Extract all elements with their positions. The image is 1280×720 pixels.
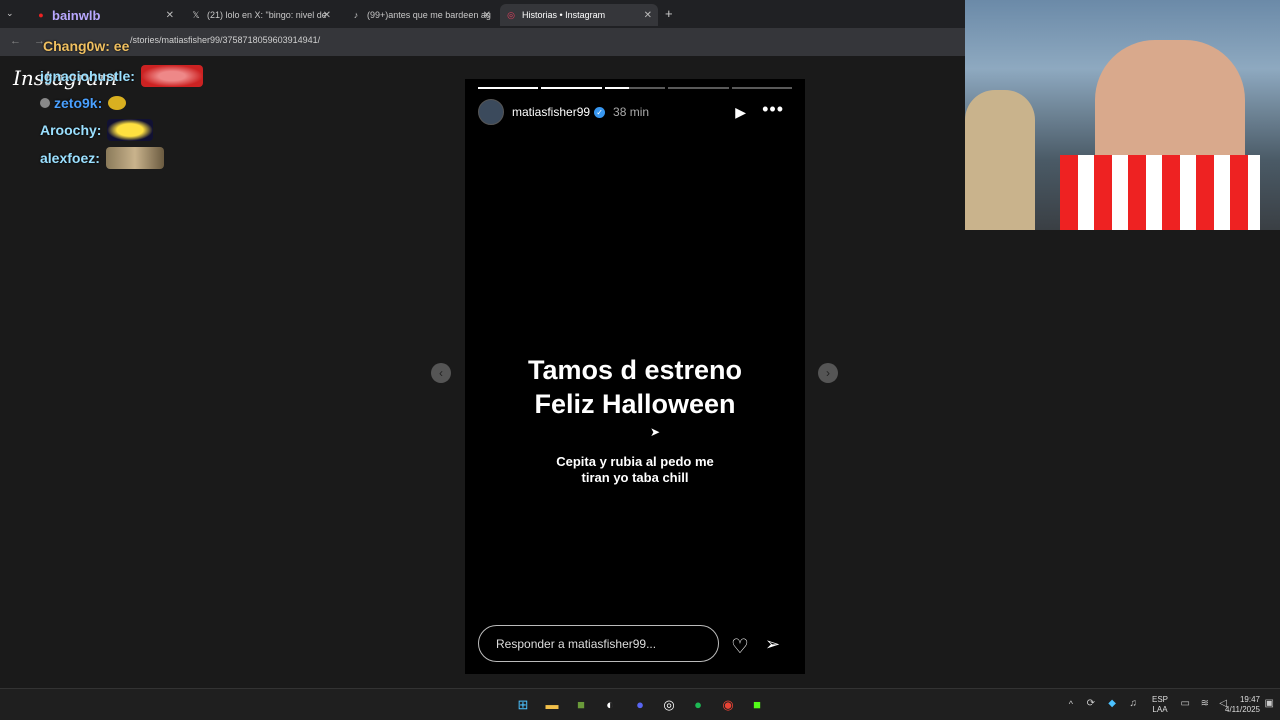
heart-icon[interactable]: ♡ — [731, 634, 749, 659]
chrome-icon[interactable]: ◉ — [720, 697, 736, 713]
clock-time: 19:47 — [1239, 695, 1260, 704]
tab-label: (99+)antes que me bardeen ag — [367, 10, 491, 20]
new-tab-button[interactable]: + — [665, 6, 673, 21]
tab-bainwlb[interactable]: ● bainwlb ✕ — [30, 4, 180, 26]
chat-username: Aroochy: — [40, 122, 102, 138]
story-subtext: Cepita y rubia al pedo me tiran yo taba … — [465, 454, 805, 486]
instagram-icon: ◎ — [507, 10, 515, 20]
emote-icon — [105, 147, 164, 169]
progress-segment — [478, 87, 539, 89]
close-tab-icon[interactable]: ✕ — [483, 10, 491, 21]
discord-icon[interactable]: ● — [632, 697, 648, 713]
file-explorer-icon[interactable]: ▬ — [544, 697, 560, 713]
striped-shirt — [1060, 155, 1260, 230]
badge-icon — [40, 98, 50, 108]
progress-segment — [541, 87, 602, 89]
shield-icon[interactable]: ◆ — [1108, 698, 1116, 709]
notification-icon[interactable]: ▣ — [1265, 698, 1274, 709]
tab-list-chevron-icon[interactable]: ⌄ — [6, 8, 14, 19]
url-field[interactable]: /stories/matiasfisher99/3758718059603914… — [130, 35, 320, 45]
previous-story-button[interactable]: ‹ — [431, 363, 451, 383]
verified-badge-icon: ✓ — [594, 106, 606, 118]
emote-icon — [140, 65, 203, 87]
obs-icon[interactable]: ◎ — [661, 697, 677, 713]
mouse-cursor-icon: ➤ — [650, 425, 661, 439]
story-header: matiasfisher99 ✓ 38 min ▶ ••• — [478, 99, 792, 125]
emote-icon — [108, 96, 127, 110]
tab-instagram-stories[interactable]: ◎ Historias • Instagram ✕ — [500, 4, 658, 26]
chat-username: alexfoez: — [40, 150, 100, 166]
audio-icon[interactable]: ♫ — [1130, 698, 1138, 709]
clock-date: 4/11/2025 — [1225, 705, 1260, 714]
play-icon[interactable]: ▶ — [735, 104, 746, 121]
chat-username: zeto9k: — [54, 95, 103, 111]
progress-segment — [668, 87, 729, 89]
display-icon[interactable]: ▭ — [1181, 698, 1190, 709]
story-viewer[interactable]: matiasfisher99 ✓ 38 min ▶ ••• Tamos d es… — [465, 79, 805, 674]
tab-tiktok[interactable]: ♪ (99+)antes que me bardeen ag ✕ — [345, 4, 497, 26]
subtext-line: tiran yo taba chill — [581, 470, 689, 485]
story-headline: Tamos d estreno Feliz Halloween — [465, 353, 805, 421]
chat-line: Chang0w: ee — [43, 32, 129, 60]
minecraft-icon[interactable]: ■ — [573, 697, 589, 713]
reply-input[interactable]: Responder a matiasfisher99... — [478, 625, 719, 662]
windows-taskbar: ⊞ ▬ ■ ◐ ● ◎ ● ◉ ■ ^ ⟳ ◆ ♫ ESP LAA ▭ ≋ ◁ … — [0, 688, 1280, 720]
spotify-icon[interactable]: ● — [690, 697, 706, 713]
tab-label: (21) lolo en X: "bingo: nivel de — [207, 10, 327, 20]
tray-chevron-icon[interactable]: ^ — [1069, 699, 1073, 709]
chat-line: alexfoez: — [40, 144, 203, 172]
close-tab-icon[interactable]: ✕ — [166, 10, 174, 21]
system-clock[interactable]: 19:47 4/11/2025 — [1225, 695, 1260, 715]
windows-start-icon[interactable]: ⊞ — [515, 697, 531, 713]
story-username[interactable]: matiasfisher99 — [512, 105, 590, 119]
avatar[interactable] — [478, 99, 504, 125]
tab-label: bainwlb — [52, 7, 101, 23]
next-story-button[interactable]: › — [818, 363, 838, 383]
chat-line: zeto9k: — [40, 90, 203, 116]
story-progress-bar — [478, 87, 793, 89]
network-icon[interactable]: ⟳ — [1087, 698, 1095, 709]
chat-username: ignaciohustle: — [40, 68, 135, 84]
more-options-icon[interactable]: ••• — [762, 99, 784, 120]
subtext-line: Cepita y rubia al pedo me — [556, 454, 714, 469]
emote-icon — [107, 119, 154, 141]
back-arrow-icon[interactable]: ← — [10, 35, 21, 47]
headline-line: Tamos d estreno — [527, 355, 743, 385]
tiktok-icon: ♪ — [353, 10, 359, 20]
close-tab-icon[interactable]: ✕ — [644, 10, 652, 21]
chat-username: Chang0w: ee — [43, 38, 130, 54]
send-icon[interactable]: ➢ — [765, 634, 780, 655]
stream-icon: ● — [38, 10, 44, 20]
keyboard-language[interactable]: ESP LAA — [1152, 695, 1168, 715]
steam-icon[interactable]: ◐ — [602, 697, 618, 713]
tab-x-post[interactable]: 𝕏 (21) lolo en X: "bingo: nivel de ✕ — [185, 4, 337, 26]
chat-line: ignaciohustle: — [40, 62, 203, 90]
wifi-icon[interactable]: ≋ — [1201, 698, 1209, 709]
layout-code: LAA — [1152, 705, 1168, 714]
headline-line: Feliz Halloween — [534, 389, 736, 419]
close-tab-icon[interactable]: ✕ — [323, 10, 331, 21]
language-code: ESP — [1151, 695, 1168, 704]
kick-icon[interactable]: ■ — [749, 697, 765, 713]
webcam-person-left — [965, 90, 1035, 230]
progress-segment — [731, 87, 793, 89]
x-logo-icon: 𝕏 — [192, 10, 200, 20]
stream-chat-overlay: Chang0w: ee ignaciohustle: zeto9k: Arooc… — [40, 38, 203, 172]
tab-label: Historias • Instagram — [522, 10, 606, 20]
chat-line: Aroochy: — [40, 116, 203, 144]
story-timestamp: 38 min — [613, 105, 650, 119]
progress-segment — [604, 87, 666, 89]
